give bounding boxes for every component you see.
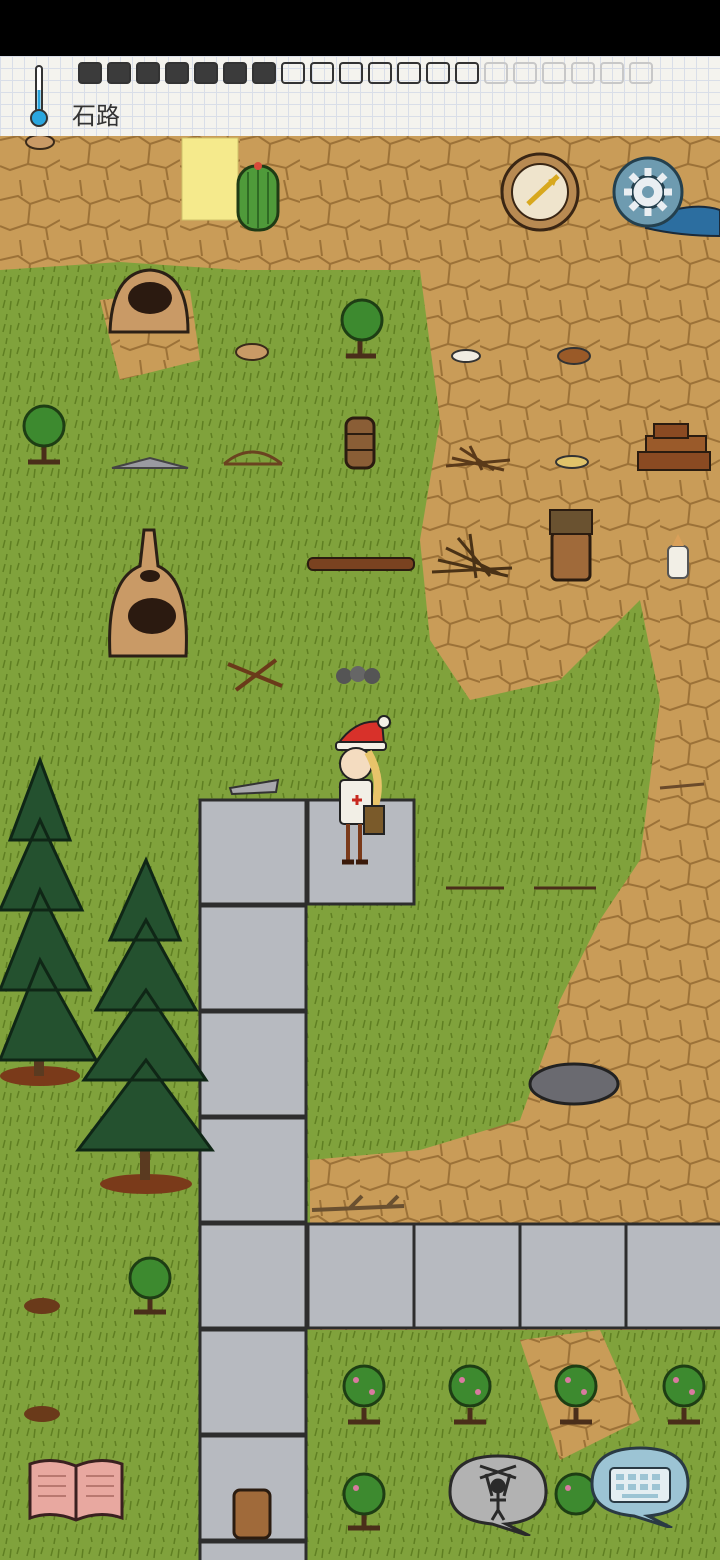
clay-bowl <box>25 136 55 150</box>
food-pip <box>223 62 247 84</box>
flat-stone <box>555 455 589 469</box>
food-pip-empty <box>426 62 450 84</box>
food-pip-locked <box>484 62 508 84</box>
food-pip-empty <box>397 62 421 84</box>
food-pip-empty <box>310 62 334 84</box>
hud-bar: 石路 <box>0 56 720 138</box>
book-icon <box>28 1459 124 1522</box>
food-pip-empty <box>455 62 479 84</box>
world-map <box>0 136 720 1560</box>
location-label: 石路 <box>72 102 120 130</box>
clay-bowl <box>235 343 269 361</box>
food-meter <box>78 62 653 84</box>
basket-stack <box>344 416 376 470</box>
keyboard-icon <box>609 1467 671 1503</box>
gear-icon <box>612 156 684 228</box>
food-pip-empty <box>281 62 305 84</box>
food-pip-empty <box>368 62 392 84</box>
sticky-note <box>181 137 239 221</box>
food-pip <box>194 62 218 84</box>
food-pip-locked <box>513 62 537 84</box>
food-pip <box>136 62 160 84</box>
stone-pile <box>336 666 380 684</box>
settings-button[interactable] <box>612 156 684 228</box>
food-pip <box>107 62 131 84</box>
compass-button[interactable] <box>498 150 582 234</box>
emote-button[interactable] <box>446 1452 550 1536</box>
cactus <box>236 162 280 232</box>
dirt-mound <box>24 1406 60 1422</box>
status-bar <box>0 0 720 56</box>
food-pip-locked <box>629 62 653 84</box>
food-pip-locked <box>571 62 595 84</box>
log <box>307 557 415 571</box>
food-pip-locked <box>542 62 566 84</box>
dirt-mound <box>24 1298 60 1314</box>
keyboard-button[interactable] <box>588 1444 692 1528</box>
clay-crock <box>232 1488 272 1540</box>
round-stone <box>557 347 591 365</box>
large-boulder <box>528 1062 620 1106</box>
food-pip <box>252 62 276 84</box>
game-world[interactable] <box>0 136 720 1560</box>
thermometer-icon[interactable] <box>28 64 50 128</box>
food-pip <box>165 62 189 84</box>
food-pip-empty <box>339 62 363 84</box>
food-pip <box>78 62 102 84</box>
egg <box>451 349 481 363</box>
compass-icon <box>500 152 580 232</box>
recipe-book-button[interactable] <box>26 1452 126 1524</box>
food-pip-locked <box>600 62 624 84</box>
wheat-basket <box>549 509 593 582</box>
